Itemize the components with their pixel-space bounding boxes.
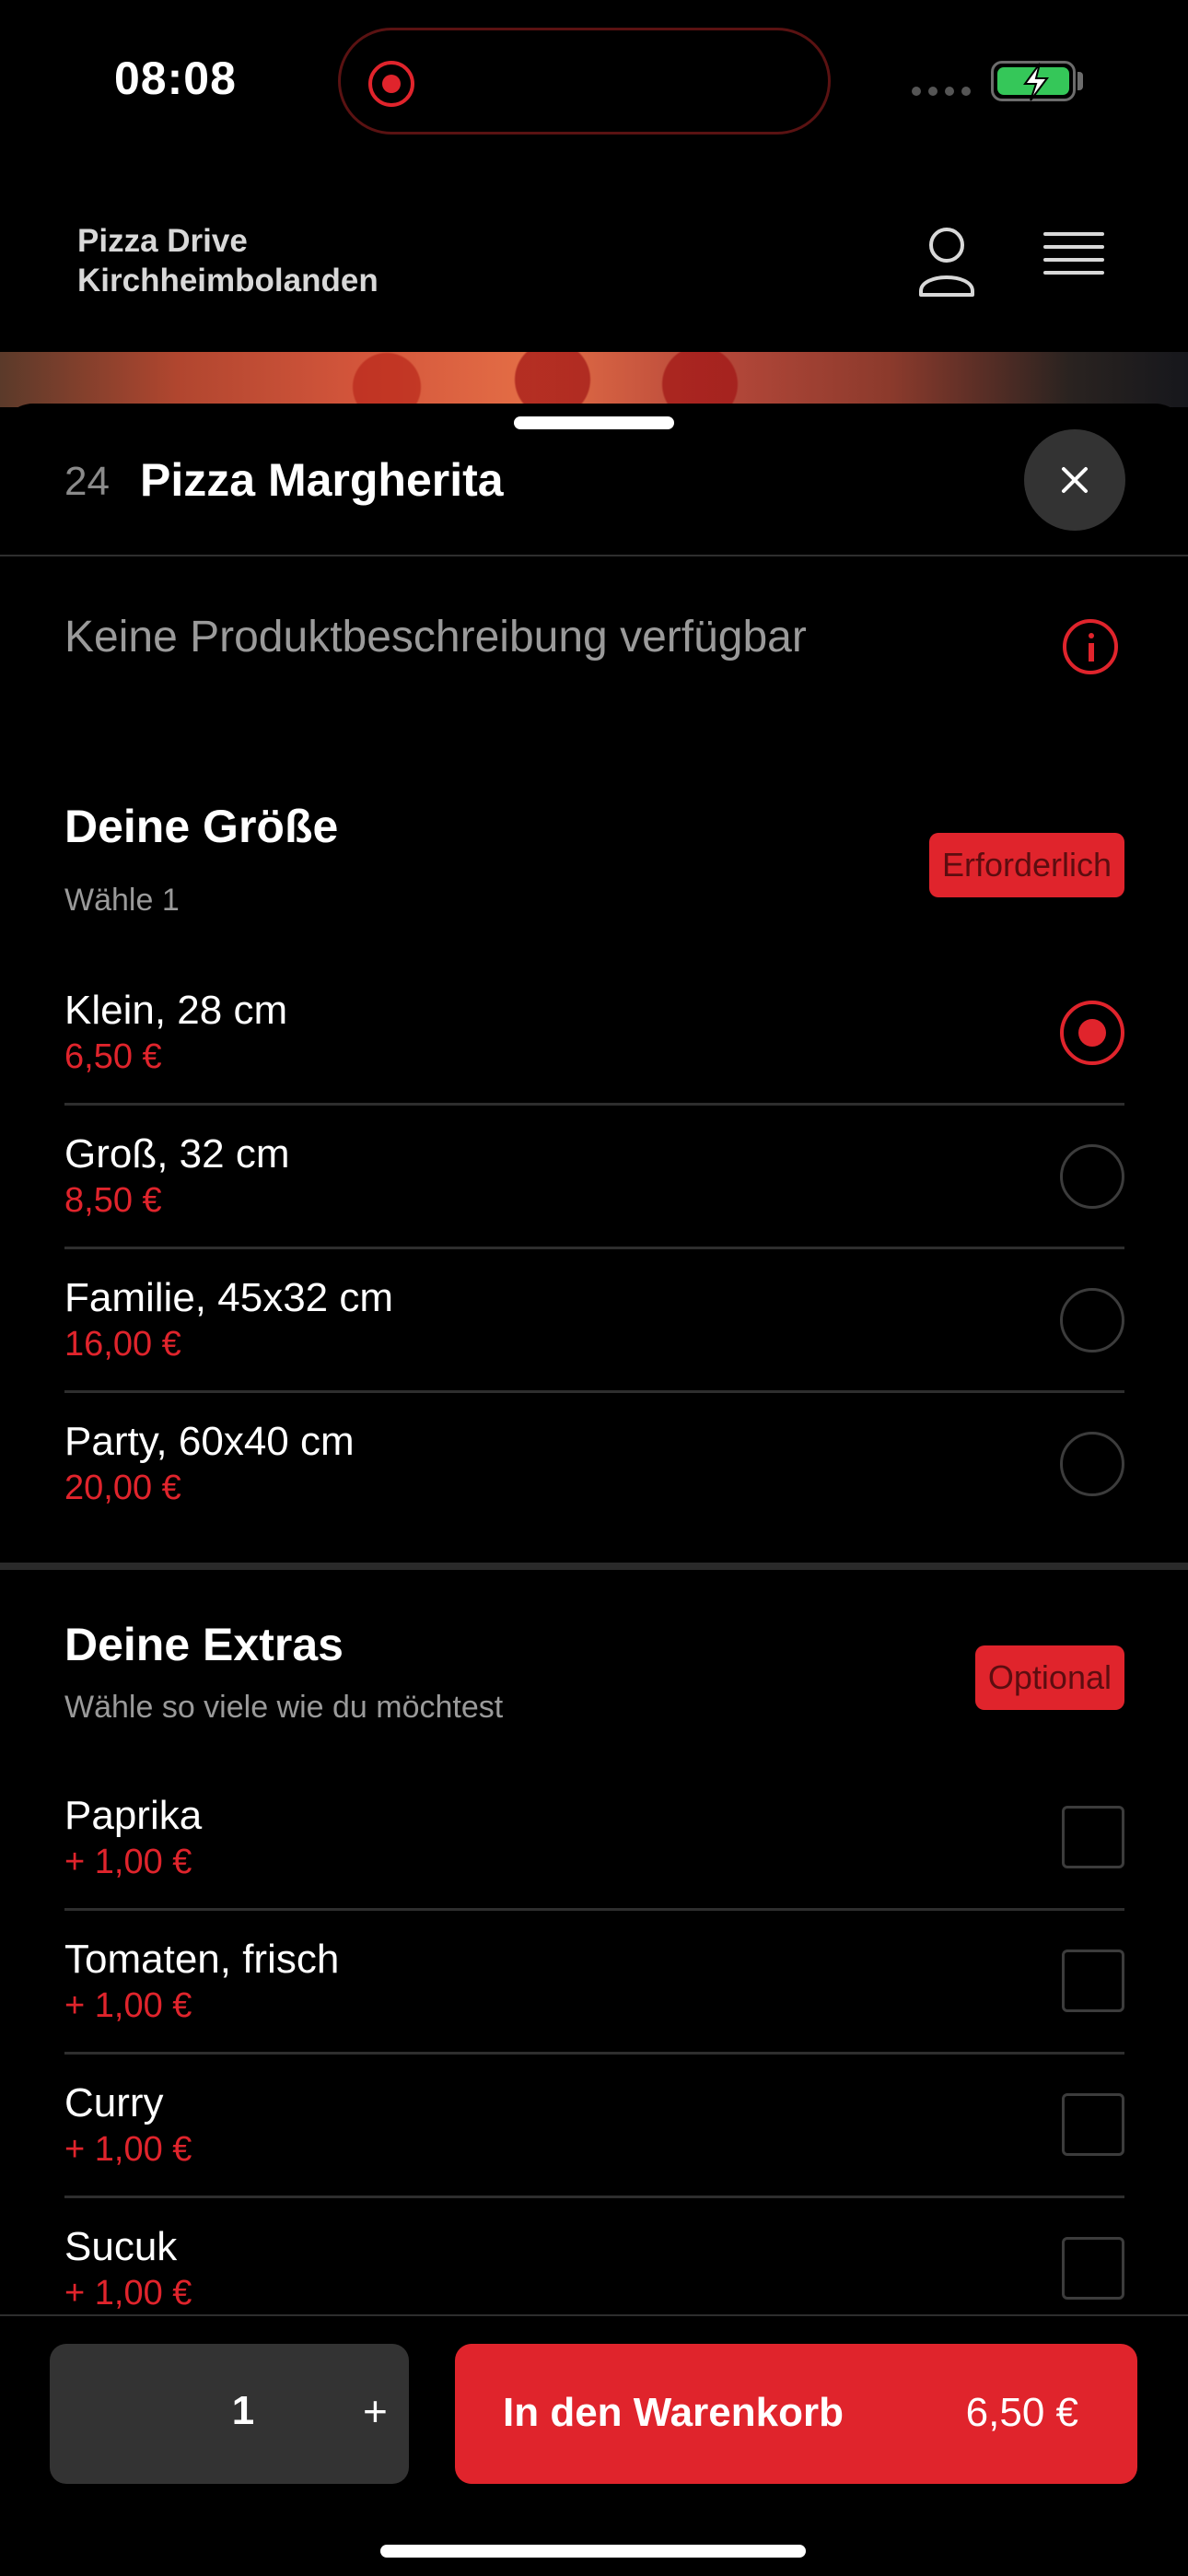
home-indicator[interactable] bbox=[380, 2545, 806, 2558]
product-title: Pizza Margherita bbox=[140, 454, 504, 506]
radio-button[interactable] bbox=[1060, 1432, 1124, 1496]
cart-total-price: 6,50 € bbox=[965, 2390, 1078, 2435]
info-icon[interactable] bbox=[1063, 619, 1118, 674]
size-option[interactable]: Groß, 32 cm 8,50 € bbox=[64, 1106, 1124, 1249]
extra-option[interactable]: Curry + 1,00 € bbox=[64, 2055, 1124, 2198]
product-image bbox=[0, 352, 1188, 407]
add-to-cart-label: In den Warenkorb bbox=[503, 2390, 844, 2435]
bottom-action-bar: 1 + In den Warenkorb 6,50 € bbox=[0, 2314, 1188, 2576]
quantity-stepper[interactable]: 1 + bbox=[50, 2344, 409, 2484]
extras-group-title: Deine Extras bbox=[64, 1619, 344, 1670]
extra-option[interactable]: Tomaten, frisch + 1,00 € bbox=[64, 1911, 1124, 2055]
quantity-value: 1 bbox=[231, 2388, 255, 2433]
size-option[interactable]: Party, 60x40 cm 20,00 € bbox=[64, 1393, 1124, 1537]
size-option[interactable]: Klein, 28 cm 6,50 € bbox=[64, 962, 1124, 1106]
add-to-cart-button[interactable]: In den Warenkorb 6,50 € bbox=[455, 2344, 1137, 2484]
checkbox[interactable] bbox=[1062, 1806, 1124, 1868]
checkbox[interactable] bbox=[1062, 1950, 1124, 2012]
radio-button[interactable] bbox=[1060, 1001, 1124, 1065]
extra-option[interactable]: Paprika + 1,00 € bbox=[64, 1767, 1124, 1911]
app-header: Pizza Drive Kirchheimbolanden bbox=[0, 193, 1188, 352]
checkbox[interactable] bbox=[1062, 2237, 1124, 2300]
radio-button[interactable] bbox=[1060, 1144, 1124, 1209]
close-button[interactable] bbox=[1024, 429, 1125, 531]
size-group-title: Deine Größe bbox=[64, 801, 339, 852]
status-time: 08:08 bbox=[114, 53, 237, 104]
size-group-subtitle: Wähle 1 bbox=[64, 883, 180, 918]
size-option[interactable]: Familie, 45x32 cm 16,00 € bbox=[64, 1249, 1124, 1393]
hamburger-menu-icon[interactable] bbox=[1043, 232, 1104, 287]
extras-group-subtitle: Wähle so viele wie du möchtest bbox=[64, 1690, 504, 1725]
recording-indicator-icon bbox=[368, 61, 414, 107]
required-badge: Erforderlich bbox=[928, 833, 1124, 897]
product-description: Keine Produktbeschreibung verfügbar bbox=[64, 613, 807, 662]
battery-icon bbox=[991, 61, 1076, 101]
checkbox[interactable] bbox=[1062, 2093, 1124, 2156]
plus-icon[interactable]: + bbox=[363, 2386, 388, 2436]
optional-badge: Optional bbox=[974, 1645, 1124, 1710]
brand-name[interactable]: Pizza Drive Kirchheimbolanden bbox=[77, 221, 379, 300]
product-number: 24 bbox=[64, 459, 110, 504]
signal-icon bbox=[912, 87, 971, 96]
sheet-header: 24 Pizza Margherita bbox=[0, 404, 1188, 556]
product-sheet: 24 Pizza Margherita Keine Produktbeschre… bbox=[0, 404, 1188, 2576]
section-divider bbox=[0, 1563, 1188, 1570]
dynamic-island bbox=[338, 28, 831, 135]
radio-button[interactable] bbox=[1060, 1288, 1124, 1352]
person-icon[interactable] bbox=[916, 225, 977, 299]
